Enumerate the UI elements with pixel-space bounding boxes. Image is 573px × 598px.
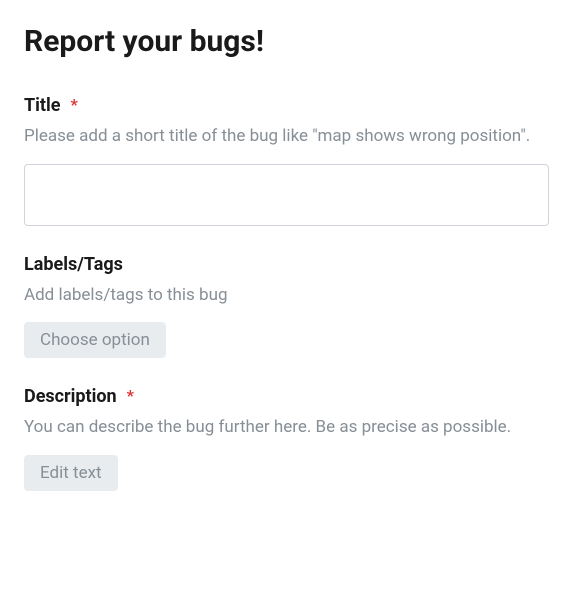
description-description: You can describe the bug further here. B… xyxy=(24,415,549,441)
description-field-group: Description * You can describe the bug f… xyxy=(24,386,549,491)
required-asterisk-icon: * xyxy=(127,386,134,405)
title-description: Please add a short title of the bug like… xyxy=(24,124,549,150)
labels-description: Add labels/tags to this bug xyxy=(24,283,549,309)
labels-field-group: Labels/Tags Add labels/tags to this bug … xyxy=(24,254,549,359)
description-label: Description xyxy=(24,386,117,407)
edit-text-button[interactable]: Edit text xyxy=(24,455,118,491)
title-input[interactable] xyxy=(24,164,549,226)
title-label: Title xyxy=(24,95,61,116)
required-asterisk-icon: * xyxy=(70,95,77,114)
page-title: Report your bugs! xyxy=(24,24,549,59)
choose-option-button[interactable]: Choose option xyxy=(24,322,166,358)
title-field-group: Title * Please add a short title of the … xyxy=(24,95,549,226)
labels-label: Labels/Tags xyxy=(24,254,123,275)
